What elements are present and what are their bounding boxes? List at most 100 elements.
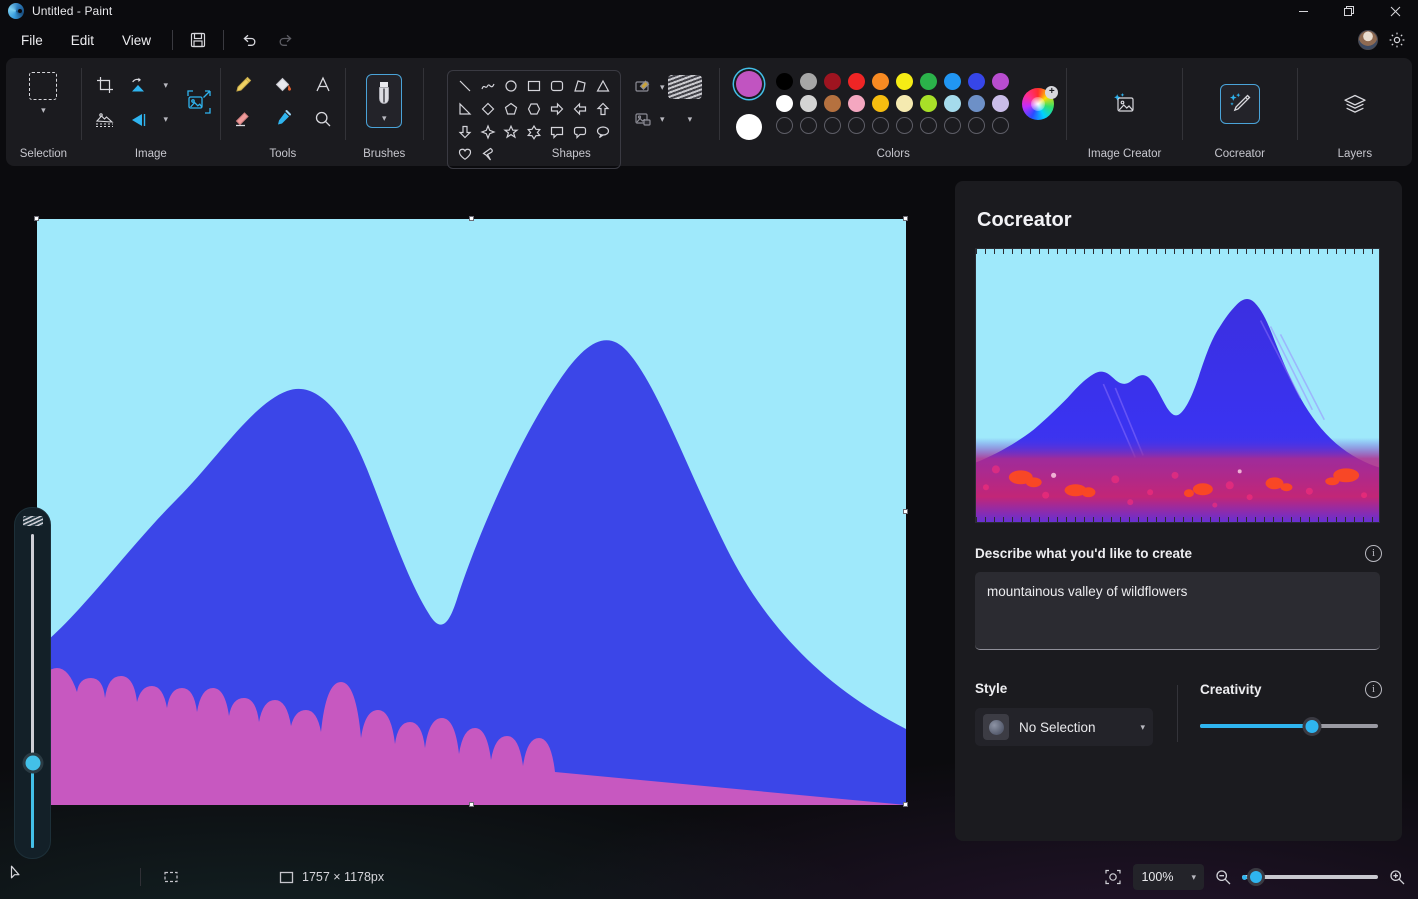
shape-up-arrow-icon[interactable] (593, 99, 613, 119)
color-swatch-empty[interactable] (800, 117, 817, 134)
color-swatch[interactable] (944, 73, 961, 90)
avatar[interactable] (1358, 30, 1378, 50)
brushes-button[interactable]: ▾ (366, 74, 402, 128)
creativity-thumb[interactable] (1306, 720, 1319, 733)
selection-chevron-down-icon[interactable]: ▾ (41, 106, 46, 115)
shape-oval-icon[interactable] (501, 76, 521, 96)
edit-colors-button[interactable]: + (1022, 88, 1056, 122)
color-swatch-empty[interactable] (944, 117, 961, 134)
color-swatch[interactable] (872, 95, 889, 112)
brush-size-track[interactable] (31, 534, 34, 848)
shape-five-point-star-icon[interactable] (501, 122, 521, 142)
primary-color-swatch[interactable] (736, 71, 762, 97)
color-swatch[interactable] (968, 73, 985, 90)
shape-left-arrow-icon[interactable] (570, 99, 590, 119)
slider-grip-icon[interactable] (23, 516, 43, 526)
layers-button[interactable] (1335, 84, 1375, 124)
color-swatch[interactable] (992, 95, 1009, 112)
cocreator-button[interactable] (1220, 84, 1260, 124)
drawing-canvas[interactable] (37, 219, 906, 805)
text-icon[interactable] (306, 70, 340, 100)
shape-rectangular-callout-icon[interactable] (547, 122, 567, 142)
color-swatch-empty[interactable] (872, 117, 889, 134)
selection-handle-mr[interactable] (903, 509, 908, 514)
save-button[interactable] (181, 25, 215, 55)
creativity-info-icon[interactable]: i (1365, 681, 1382, 698)
color-swatch[interactable] (800, 73, 817, 90)
color-swatch-empty[interactable] (848, 117, 865, 134)
color-swatch[interactable] (968, 95, 985, 112)
color-swatch[interactable] (824, 95, 841, 112)
flip-icon[interactable] (122, 104, 156, 134)
creativity-slider[interactable] (1200, 718, 1378, 734)
zoom-slider[interactable] (1242, 870, 1378, 884)
fit-to-window-button[interactable] (1103, 867, 1123, 887)
crop-icon[interactable] (88, 70, 122, 100)
gear-icon[interactable] (1386, 29, 1408, 51)
selection-handle-tr[interactable] (903, 216, 908, 221)
minimize-button[interactable] (1280, 0, 1326, 22)
shape-outline-icon[interactable] (629, 74, 657, 100)
selection-handle-br[interactable] (903, 802, 908, 807)
menu-file[interactable]: File (8, 28, 56, 53)
color-swatch[interactable] (776, 73, 793, 90)
shape-triangle-icon[interactable] (593, 76, 613, 96)
color-swatch-empty[interactable] (968, 117, 985, 134)
maximize-restore-button[interactable] (1326, 0, 1372, 22)
shape-fill-icon[interactable] (629, 106, 657, 132)
rotate-chevron-down-icon[interactable]: ▾ (164, 81, 169, 90)
shape-six-point-star-icon[interactable] (524, 122, 544, 142)
menu-view[interactable]: View (109, 28, 164, 53)
image-creator-button[interactable] (1105, 84, 1145, 124)
info-icon[interactable]: i (1365, 545, 1382, 562)
shape-four-point-star-icon[interactable] (478, 122, 498, 142)
eyedropper-icon[interactable] (266, 104, 300, 134)
flip-chevron-down-icon[interactable]: ▾ (164, 115, 169, 124)
color-swatch[interactable] (992, 73, 1009, 90)
zoom-level-dropdown[interactable]: 100% ▾ (1133, 864, 1204, 890)
prompt-input[interactable] (975, 572, 1380, 650)
outline-chevron-down-icon[interactable]: ▾ (660, 83, 665, 92)
color-swatch-empty[interactable] (776, 117, 793, 134)
secondary-color-swatch[interactable] (736, 114, 762, 140)
shape-curve-icon[interactable] (478, 76, 498, 96)
color-swatch[interactable] (848, 95, 865, 112)
resize-and-skew-icon[interactable] (182, 87, 216, 117)
zoom-out-button[interactable] (1214, 868, 1232, 886)
shape-polygon-icon[interactable] (570, 76, 590, 96)
shape-rectangle-icon[interactable] (524, 76, 544, 96)
color-swatch[interactable] (776, 95, 793, 112)
shape-right-triangle-icon[interactable] (455, 99, 475, 119)
color-swatch[interactable] (944, 95, 961, 112)
shape-hexagon-icon[interactable] (524, 99, 544, 119)
color-swatch-empty[interactable] (992, 117, 1009, 134)
shape-rounded-callout-icon[interactable] (570, 122, 590, 142)
rectangular-selection-icon[interactable] (29, 72, 57, 100)
background-removal-icon[interactable] (88, 104, 122, 134)
color-swatch[interactable] (896, 73, 913, 90)
color-swatch[interactable] (848, 73, 865, 90)
brush-size-slider[interactable] (14, 507, 51, 859)
color-swatch[interactable] (872, 73, 889, 90)
shape-rounded-rectangle-icon[interactable] (547, 76, 567, 96)
magnifier-icon[interactable] (306, 104, 340, 134)
color-swatch[interactable] (896, 95, 913, 112)
selection-handle-tl[interactable] (34, 216, 39, 221)
color-swatch-empty[interactable] (920, 117, 937, 134)
brushes-chevron-down-icon[interactable]: ▾ (382, 114, 387, 123)
brush-size-thumb[interactable] (25, 756, 40, 771)
rotate-icon[interactable] (122, 70, 156, 100)
zoom-in-button[interactable] (1388, 868, 1406, 886)
shape-diamond-icon[interactable] (478, 99, 498, 119)
cocreator-preview-image[interactable] (975, 248, 1380, 523)
color-swatch[interactable] (800, 95, 817, 112)
menu-edit[interactable]: Edit (58, 28, 107, 53)
undo-button[interactable] (232, 25, 266, 55)
shape-style-preview[interactable] (668, 75, 702, 99)
selection-handle-tc[interactable] (469, 216, 474, 221)
zoom-slider-thumb[interactable] (1250, 871, 1262, 883)
color-swatch[interactable] (920, 95, 937, 112)
fill-chevron-down-icon[interactable]: ▾ (660, 115, 665, 124)
shape-down-arrow-icon[interactable] (455, 122, 475, 142)
style-dropdown[interactable]: No Selection ▾ (975, 708, 1153, 746)
